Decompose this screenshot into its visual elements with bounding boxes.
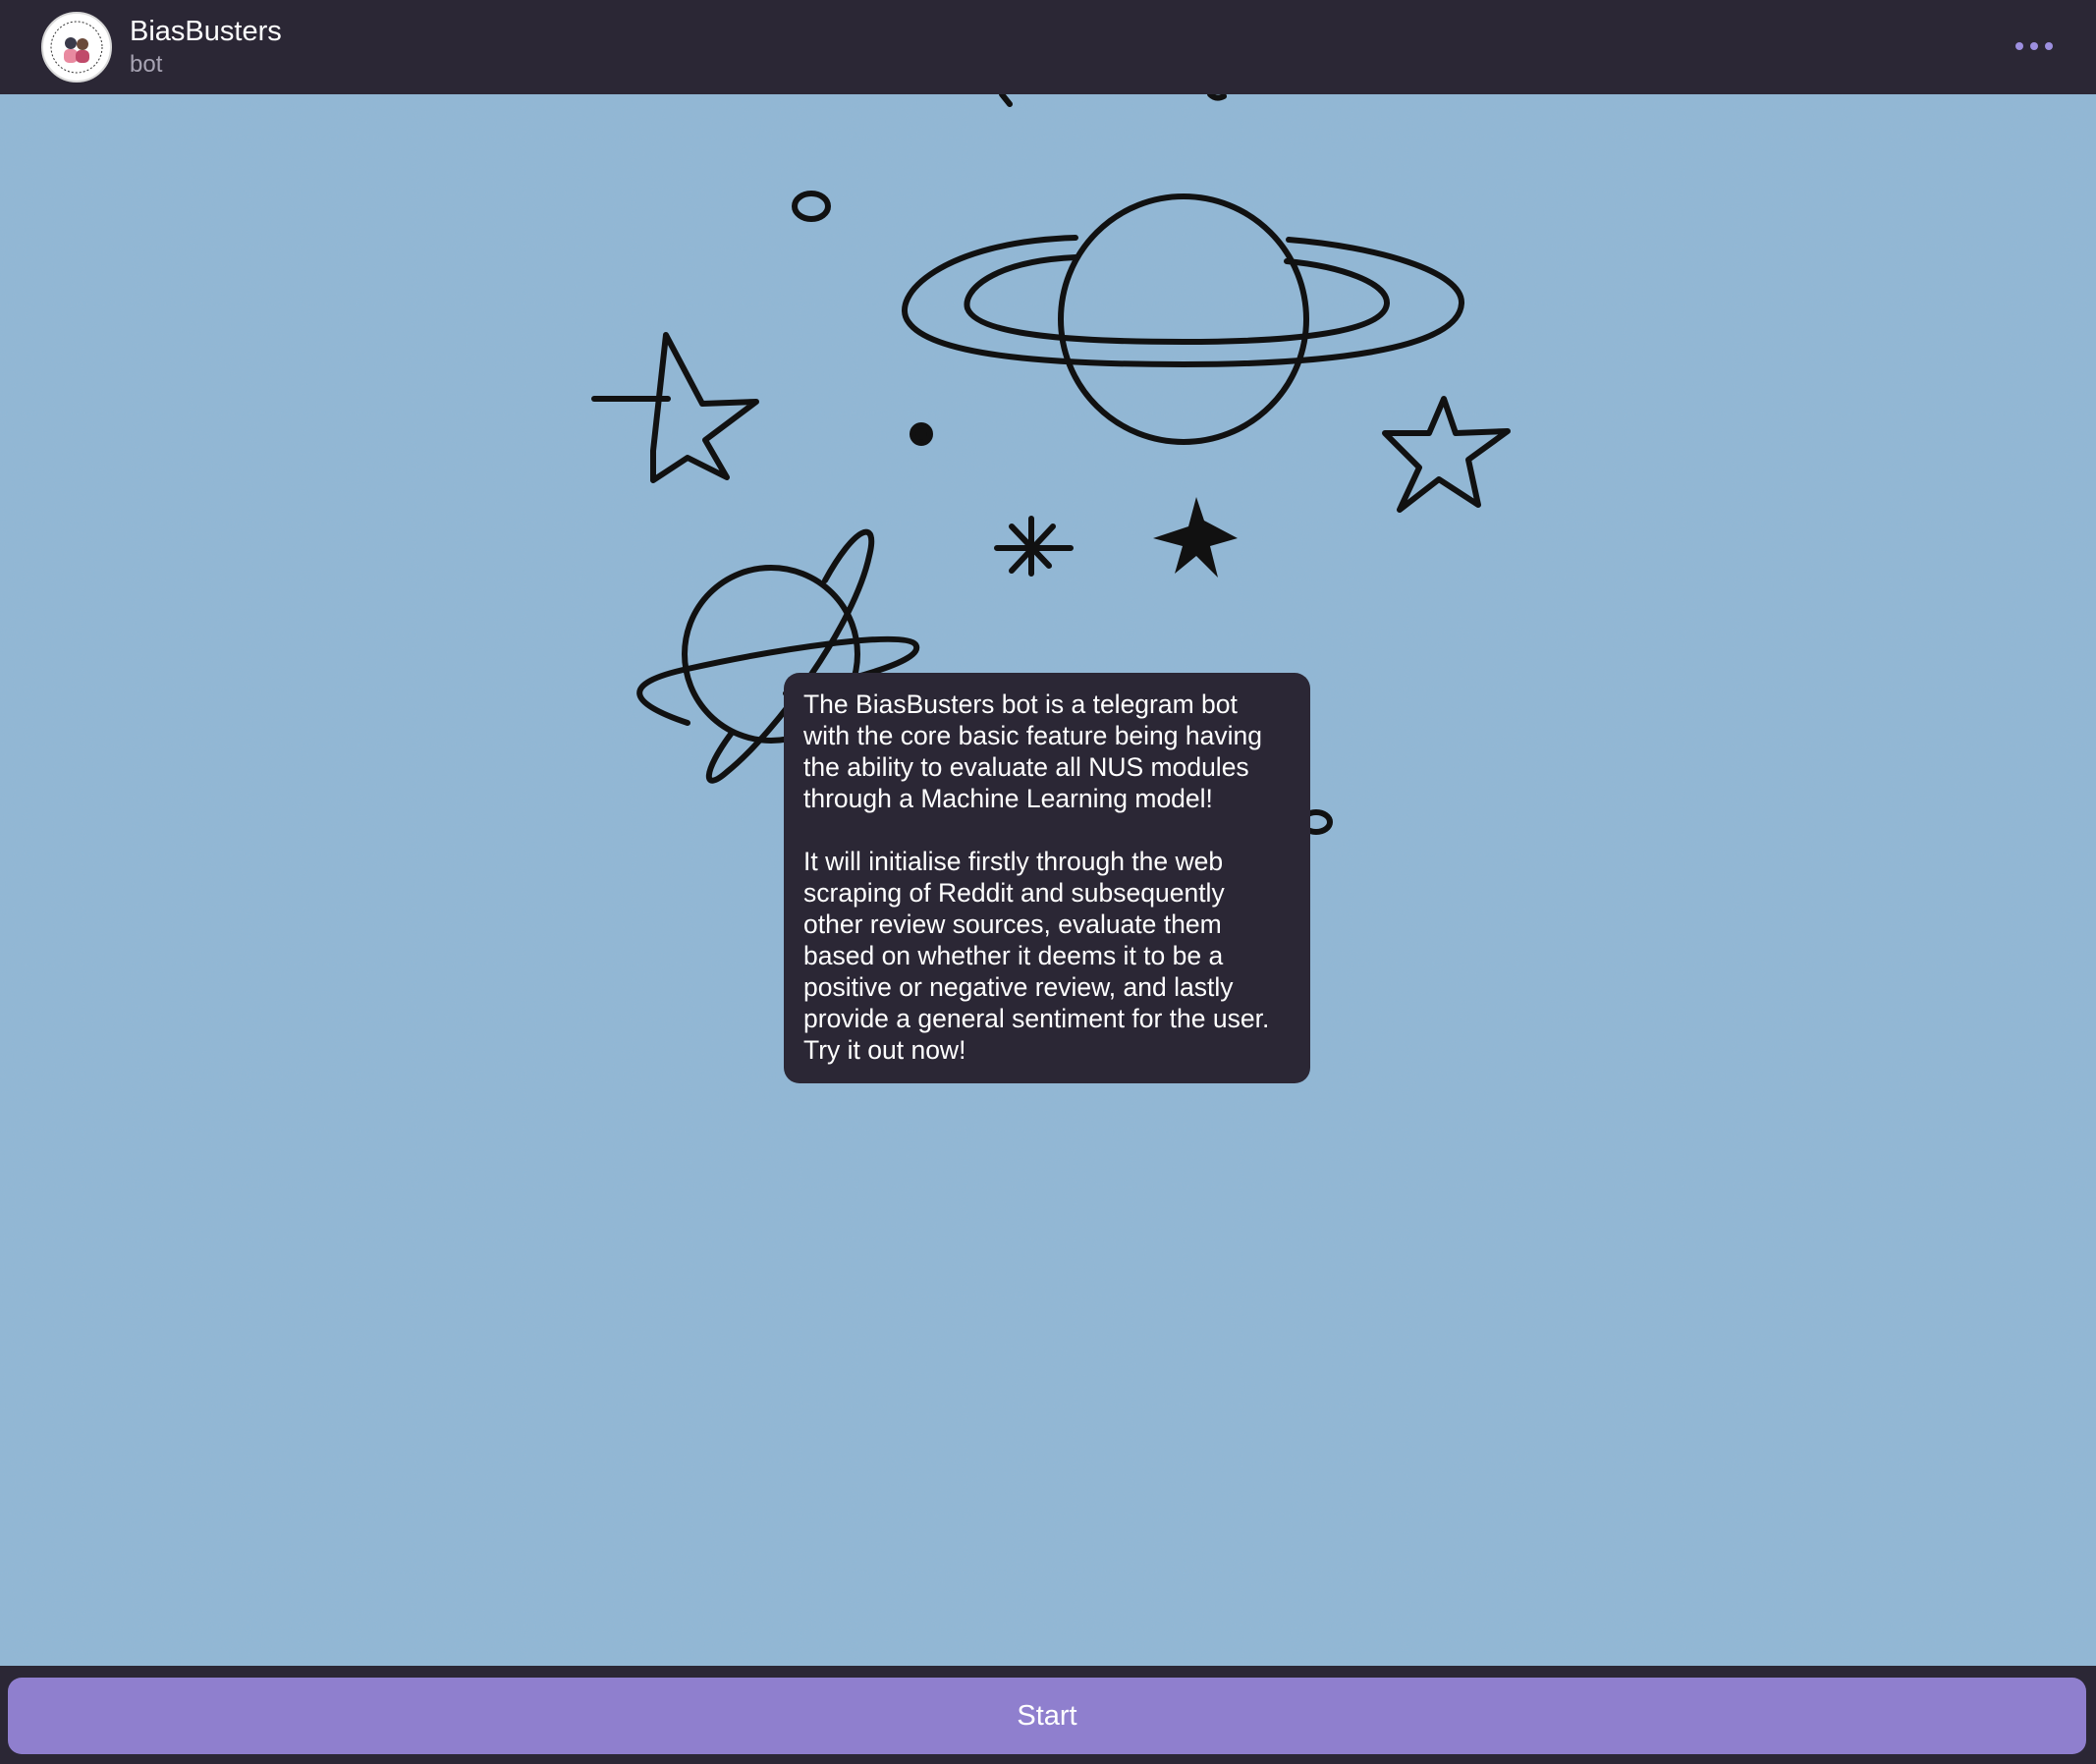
telegram-bot-chat: BiasBusters bot The BiasBusters bot is a… bbox=[0, 0, 2096, 1764]
biasbusters-logo-icon bbox=[45, 16, 108, 79]
start-button[interactable]: Start bbox=[8, 1678, 2086, 1754]
more-options-button[interactable] bbox=[2000, 24, 2068, 69]
bottom-bar: Start bbox=[0, 1666, 2096, 1764]
bot-avatar[interactable] bbox=[41, 12, 112, 83]
chat-title: BiasBusters bbox=[130, 16, 282, 47]
message-bubble: The BiasBusters bot is a telegram bot wi… bbox=[784, 673, 1310, 1083]
chat-titles: BiasBusters bot bbox=[130, 15, 282, 80]
chat-area[interactable]: The BiasBusters bot is a telegram bot wi… bbox=[0, 94, 2096, 1666]
chat-header: BiasBusters bot bbox=[0, 0, 2096, 94]
chat-subtitle: bot bbox=[130, 51, 163, 78]
more-horizontal-icon bbox=[2015, 42, 2053, 50]
